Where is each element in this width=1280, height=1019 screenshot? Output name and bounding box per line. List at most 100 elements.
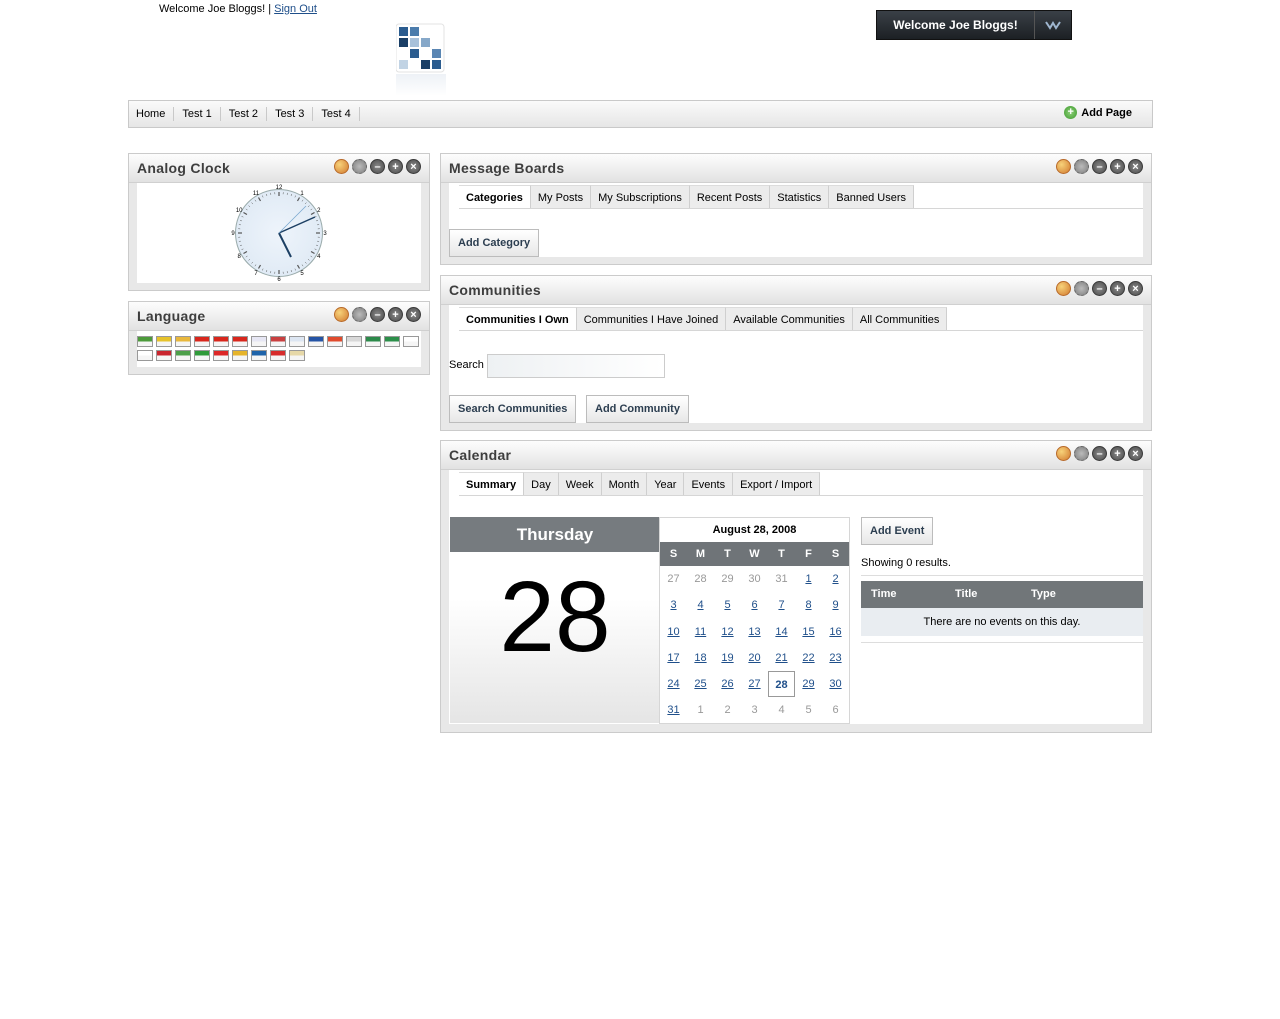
- tab-available-communities[interactable]: Available Communities: [726, 307, 853, 330]
- close-icon[interactable]: ×: [406, 307, 421, 322]
- tab-month[interactable]: Month: [601, 472, 648, 495]
- language-flag-icon[interactable]: [194, 350, 210, 361]
- tab-day[interactable]: Day: [524, 472, 559, 495]
- minimize-icon[interactable]: –: [1092, 281, 1107, 296]
- look-and-feel-icon[interactable]: [1056, 281, 1071, 296]
- minimize-icon[interactable]: –: [1092, 159, 1107, 174]
- look-and-feel-icon[interactable]: [1056, 159, 1071, 174]
- maximize-icon[interactable]: +: [388, 159, 403, 174]
- calendar-day[interactable]: 12: [714, 619, 741, 645]
- add-community-button[interactable]: Add Community: [586, 395, 689, 423]
- calendar-day[interactable]: 13: [741, 619, 768, 645]
- calendar-day[interactable]: 16: [822, 619, 849, 645]
- language-flag-icon[interactable]: [365, 336, 381, 347]
- search-input[interactable]: [487, 354, 665, 378]
- language-flag-icon[interactable]: [270, 350, 286, 361]
- language-flag-icon[interactable]: [308, 336, 324, 347]
- language-flag-icon[interactable]: [156, 336, 172, 347]
- maximize-icon[interactable]: +: [388, 307, 403, 322]
- language-flag-icon[interactable]: [251, 350, 267, 361]
- look-and-feel-icon[interactable]: [334, 307, 349, 322]
- calendar-day[interactable]: 29: [795, 671, 822, 697]
- add-event-button[interactable]: Add Event: [861, 517, 934, 545]
- calendar-day[interactable]: 5: [714, 592, 741, 618]
- tab-year[interactable]: Year: [647, 472, 685, 495]
- tab-week[interactable]: Week: [558, 472, 602, 495]
- calendar-day[interactable]: 2: [822, 566, 849, 592]
- calendar-day[interactable]: 14: [768, 619, 795, 645]
- calendar-day[interactable]: 7: [768, 592, 795, 618]
- language-flag-icon[interactable]: [156, 350, 172, 361]
- nav-item-test-4[interactable]: Test 4: [313, 107, 360, 121]
- portlet-title-bar[interactable]: Message Boards – + ×: [441, 154, 1151, 183]
- maximize-icon[interactable]: +: [1110, 159, 1125, 174]
- calendar-day[interactable]: 9: [822, 592, 849, 618]
- language-flag-icon[interactable]: [137, 336, 153, 347]
- minimize-icon[interactable]: –: [1092, 446, 1107, 461]
- tab-events[interactable]: Events: [684, 472, 734, 495]
- nav-item-test-2[interactable]: Test 2: [221, 107, 268, 121]
- maximize-icon[interactable]: +: [1110, 281, 1125, 296]
- calendar-day[interactable]: 19: [714, 645, 741, 671]
- tab-banned-users[interactable]: Banned Users: [829, 185, 915, 208]
- calendar-day[interactable]: 15: [795, 619, 822, 645]
- calendar-day[interactable]: 31: [660, 697, 687, 723]
- tab-my-posts[interactable]: My Posts: [530, 185, 592, 208]
- language-flag-icon[interactable]: [175, 336, 191, 347]
- language-flag-icon[interactable]: [213, 350, 229, 361]
- calendar-day[interactable]: 8: [795, 592, 822, 618]
- calendar-day[interactable]: 28: [768, 671, 795, 698]
- nav-item-test-3[interactable]: Test 3: [267, 107, 314, 121]
- portlet-title-bar[interactable]: Language – + ×: [129, 302, 429, 331]
- language-flag-icon[interactable]: [251, 336, 267, 347]
- language-flag-icon[interactable]: [346, 336, 362, 347]
- nav-item-test-1[interactable]: Test 1: [174, 107, 221, 121]
- calendar-day[interactable]: 25: [687, 671, 714, 697]
- tab-summary[interactable]: Summary: [459, 472, 525, 495]
- calendar-day[interactable]: 4: [687, 592, 714, 618]
- portlet-title-bar[interactable]: Analog Clock – + ×: [129, 154, 429, 183]
- portlet-title-bar[interactable]: Communities – + ×: [441, 276, 1151, 305]
- portlet-title-bar[interactable]: Calendar – + ×: [441, 441, 1151, 470]
- tab-recent-posts[interactable]: Recent Posts: [689, 185, 771, 208]
- close-icon[interactable]: ×: [1128, 446, 1143, 461]
- add-category-button[interactable]: Add Category: [449, 229, 540, 257]
- calendar-day[interactable]: 20: [741, 645, 768, 671]
- language-flag-icon[interactable]: [232, 350, 248, 361]
- language-flag-icon[interactable]: [194, 336, 210, 347]
- calendar-day[interactable]: 10: [660, 619, 687, 645]
- calendar-day[interactable]: 26: [714, 671, 741, 697]
- configuration-icon[interactable]: [1074, 281, 1089, 296]
- configuration-icon[interactable]: [1074, 446, 1089, 461]
- configuration-icon[interactable]: [352, 159, 367, 174]
- language-flag-icon[interactable]: [137, 350, 153, 361]
- tab-communities-i-have-joined[interactable]: Communities I Have Joined: [576, 307, 727, 330]
- calendar-day[interactable]: 21: [768, 645, 795, 671]
- language-flag-icon[interactable]: [384, 336, 400, 347]
- minimize-icon[interactable]: –: [370, 307, 385, 322]
- user-dock[interactable]: Welcome Joe Bloggs!: [876, 10, 1072, 40]
- language-flag-icon[interactable]: [213, 336, 229, 347]
- language-flag-icon[interactable]: [232, 336, 248, 347]
- dock-expand-icon[interactable]: [1034, 11, 1071, 39]
- language-flag-icon[interactable]: [175, 350, 191, 361]
- add-page-button[interactable]: + Add Page: [1064, 106, 1132, 119]
- calendar-day[interactable]: 18: [687, 645, 714, 671]
- sign-out-link[interactable]: Sign Out: [274, 3, 317, 15]
- nav-item-home[interactable]: Home: [129, 107, 175, 121]
- calendar-day[interactable]: 30: [822, 671, 849, 697]
- calendar-day[interactable]: 23: [822, 645, 849, 671]
- language-flag-icon[interactable]: [327, 336, 343, 347]
- look-and-feel-icon[interactable]: [334, 159, 349, 174]
- minimize-icon[interactable]: –: [370, 159, 385, 174]
- close-icon[interactable]: ×: [1128, 159, 1143, 174]
- search-communities-button[interactable]: Search Communities: [449, 395, 577, 423]
- calendar-day[interactable]: 24: [660, 671, 687, 697]
- tab-export-import[interactable]: Export / Import: [733, 472, 821, 495]
- tab-categories[interactable]: Categories: [459, 185, 531, 208]
- tab-communities-i-own[interactable]: Communities I Own: [459, 307, 577, 330]
- configuration-icon[interactable]: [352, 307, 367, 322]
- calendar-day[interactable]: 11: [687, 619, 714, 645]
- tab-my-subscriptions[interactable]: My Subscriptions: [591, 185, 690, 208]
- close-icon[interactable]: ×: [406, 159, 421, 174]
